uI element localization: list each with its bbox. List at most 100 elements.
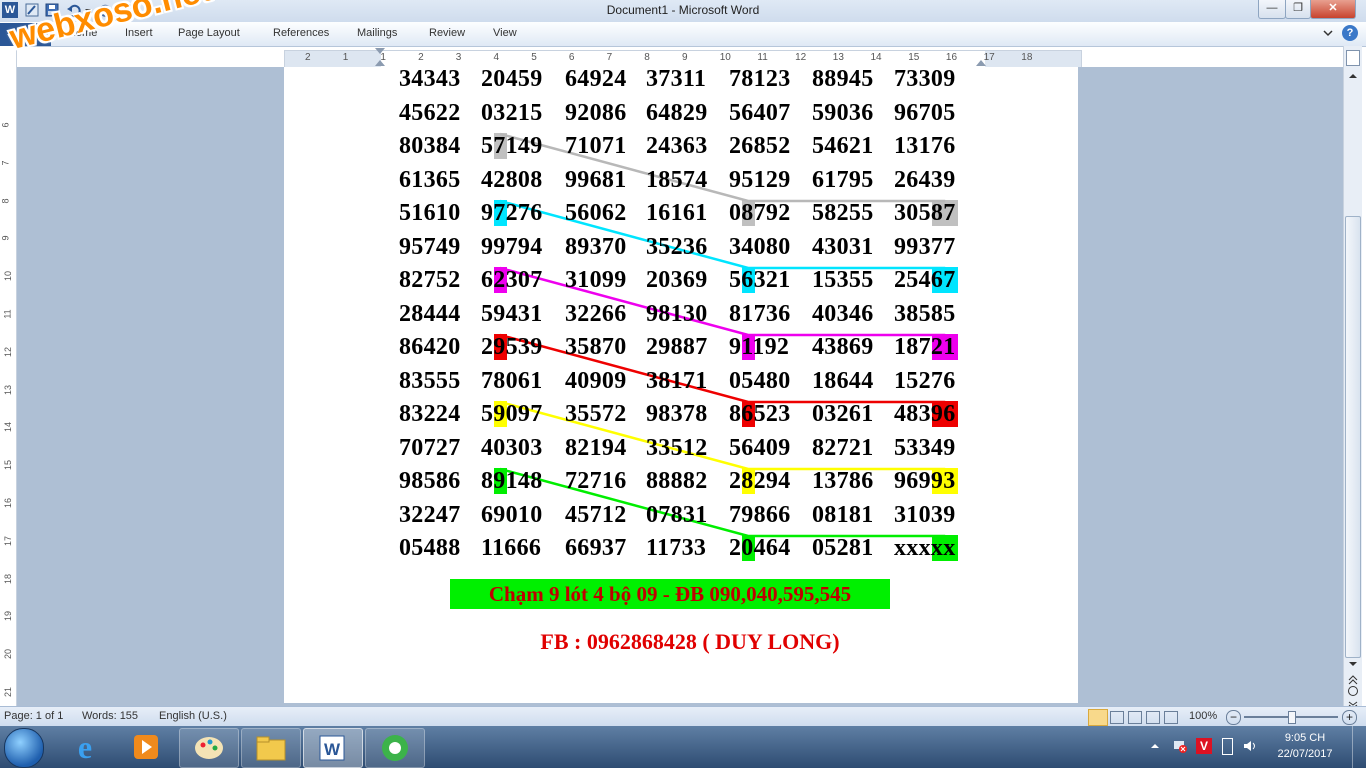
lottery-number: 26439 xyxy=(894,166,956,193)
battery-icon[interactable] xyxy=(1222,738,1233,755)
lottery-number: 89370 xyxy=(565,233,627,260)
browse-object-icon[interactable] xyxy=(1348,686,1358,696)
lottery-number: 81736 xyxy=(729,300,791,327)
close-button[interactable]: ✕ xyxy=(1310,0,1356,19)
paint-icon[interactable] xyxy=(179,728,239,768)
lottery-number: 18644 xyxy=(812,367,874,394)
lottery-number: 28444 xyxy=(399,300,461,327)
outline-view-icon[interactable] xyxy=(1146,711,1160,724)
lottery-number: 18721 xyxy=(894,334,956,360)
lottery-number: 32247 xyxy=(399,501,461,528)
ruler-mark: 1 xyxy=(342,52,349,63)
ruler-mark: 13 xyxy=(832,52,844,63)
show-hidden-icons-icon[interactable] xyxy=(1150,740,1160,750)
media-player-icon[interactable] xyxy=(117,728,175,766)
vruler-mark: 17 xyxy=(3,535,14,546)
previous-page-icon[interactable] xyxy=(1347,674,1359,685)
lottery-number: 11666 xyxy=(481,535,542,561)
network-status-icon[interactable] xyxy=(1172,738,1188,754)
web-layout-icon[interactable] xyxy=(1128,711,1142,724)
language-indicator[interactable]: English (U.S.) xyxy=(159,710,227,722)
lottery-number: 34080 xyxy=(729,233,791,260)
lottery-number: 15276 xyxy=(894,367,956,394)
lottery-number: 64829 xyxy=(646,99,708,126)
help-icon[interactable]: ? xyxy=(1342,25,1358,41)
vruler-mark: 10 xyxy=(3,271,14,282)
scroll-up-arrow-icon[interactable] xyxy=(1347,70,1359,82)
antivirus-icon[interactable]: V xyxy=(1196,738,1212,754)
ruler-mark: 4 xyxy=(493,52,500,63)
word-count[interactable]: Words: 155 xyxy=(82,710,138,722)
lottery-number: 38171 xyxy=(646,367,708,394)
lottery-number: 20464 xyxy=(729,535,791,561)
lottery-number: 98378 xyxy=(646,401,708,427)
lottery-number: 95129 xyxy=(729,166,791,193)
lottery-number: 33512 xyxy=(646,434,708,461)
ruler-mark: 10 xyxy=(719,52,731,63)
tab-references[interactable]: References xyxy=(273,27,329,39)
right-indent-marker[interactable] xyxy=(976,60,986,66)
lottery-number: 26852 xyxy=(729,133,791,159)
ruler-mark: 2 xyxy=(418,52,424,63)
tab-review[interactable]: Review xyxy=(429,27,465,39)
lottery-number: 96993 xyxy=(894,468,956,494)
lottery-number: 03261 xyxy=(812,401,874,427)
lottery-number: 56062 xyxy=(565,200,627,226)
zoom-slider-handle[interactable] xyxy=(1288,711,1296,724)
zoom-level[interactable]: 100% xyxy=(1189,710,1217,722)
tab-mailings[interactable]: Mailings xyxy=(357,27,397,39)
vertical-ruler[interactable]: 6 7 8 9 10 11 12 13 14 15 16 17 18 19 20 21 xyxy=(0,46,17,706)
lottery-number: 78061 xyxy=(481,367,543,394)
volume-icon[interactable] xyxy=(1242,738,1258,754)
chevron-down-icon[interactable] xyxy=(1322,27,1334,39)
lottery-number: 66937 xyxy=(565,535,627,561)
file-explorer-icon[interactable] xyxy=(241,728,301,768)
zoom-out-button[interactable]: − xyxy=(1226,710,1241,725)
lottery-number: 38585 xyxy=(894,300,956,327)
scrollbar-thumb[interactable] xyxy=(1345,216,1361,658)
next-page-icon[interactable] xyxy=(1347,698,1359,709)
lottery-number: 29887 xyxy=(646,334,708,360)
lottery-number: 89148 xyxy=(481,468,543,494)
page-count[interactable]: Page: 1 of 1 xyxy=(4,710,63,722)
hanging-indent-marker[interactable] xyxy=(375,60,385,66)
lottery-number: 88945 xyxy=(812,66,874,92)
tab-page-layout[interactable]: Page Layout xyxy=(178,27,240,39)
zoom-in-button[interactable]: + xyxy=(1342,710,1357,725)
internet-explorer-icon[interactable]: e xyxy=(56,728,114,766)
lottery-number: 18574 xyxy=(646,166,708,193)
ruler-mark: 14 xyxy=(870,52,882,63)
lottery-number: 05281 xyxy=(812,535,874,561)
word-taskbar-icon[interactable]: W xyxy=(303,728,363,768)
start-button-icon[interactable] xyxy=(4,728,44,768)
ruler-toggle-icon[interactable] xyxy=(1346,50,1360,66)
vruler-mark: 6 xyxy=(0,122,11,128)
scroll-down-arrow-icon[interactable] xyxy=(1347,658,1359,670)
vruler-mark: 13 xyxy=(3,384,14,395)
first-line-indent-marker[interactable] xyxy=(375,48,385,54)
coccoc-browser-icon[interactable] xyxy=(365,728,425,768)
ruler-mark: 6 xyxy=(568,52,575,63)
taskbar-clock[interactable]: 9:05 CH 22/07/2017 xyxy=(1270,730,1340,762)
lottery-number: 40303 xyxy=(481,434,543,461)
lottery-number: 43031 xyxy=(812,233,874,260)
lottery-number: 05480 xyxy=(729,367,791,394)
full-screen-reading-icon[interactable] xyxy=(1110,711,1124,724)
tab-view[interactable]: View xyxy=(493,27,517,39)
ruler-mark: 9 xyxy=(682,52,688,63)
print-layout-icon[interactable] xyxy=(1088,709,1108,726)
vruler-mark: 11 xyxy=(2,309,13,319)
vruler-mark: 18 xyxy=(3,573,14,584)
minimize-button[interactable]: — xyxy=(1258,0,1286,19)
lottery-number: 69010 xyxy=(481,501,543,528)
vruler-mark: 16 xyxy=(3,497,14,509)
restore-button[interactable]: ❐ xyxy=(1285,0,1311,19)
draft-view-icon[interactable] xyxy=(1164,711,1178,724)
lottery-number: 53349 xyxy=(894,434,956,461)
ruler-mark: 16 xyxy=(945,52,958,63)
show-desktop-button[interactable] xyxy=(1352,726,1366,768)
lottery-number: 32266 xyxy=(565,300,627,327)
ruler-mark: 7 xyxy=(606,52,613,63)
windows-taskbar: e W V xyxy=(0,726,1366,768)
prediction-caption: Chạm 9 lót 4 bộ 09 - ĐB 090,040,595,545 xyxy=(450,579,890,609)
